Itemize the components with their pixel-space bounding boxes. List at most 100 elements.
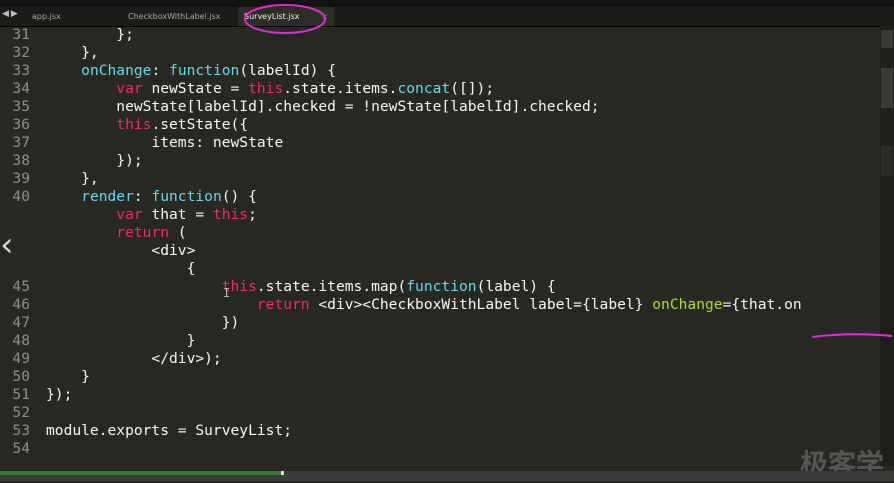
line-number: 54 [12,440,30,457]
code-text[interactable]: items: newState [46,134,283,152]
tab-nav-arrows[interactable]: ◀▶ [2,9,20,19]
line-number: 47 [12,314,30,331]
code-token: } [46,332,196,349]
tab-survey-list[interactable]: SurveyList.jsx × [238,7,334,26]
tab-label: SurveyList.jsx [244,12,300,21]
code-text[interactable]: } [46,368,90,386]
code-text[interactable]: var that = this; [46,206,257,224]
code-token: }; [46,26,134,43]
code-token: ; [248,206,257,223]
code-token: .state.items.map( [256,278,407,295]
code-text[interactable]: render: function() { [46,188,257,206]
code-token: () { [221,188,257,205]
code-token: { [46,260,196,277]
code-text[interactable]: } [46,332,196,350]
code-text[interactable]: }); [46,386,72,404]
previous-slide-icon[interactable]: ‹ [0,228,14,262]
code-line[interactable]: 40 render: function() { [0,188,880,206]
forward-arrow-icon[interactable]: ▶ [11,9,20,19]
close-icon[interactable]: × [321,7,328,26]
progress-fill [0,471,282,475]
code-line[interactable]: <div> [0,242,880,260]
code-line[interactable]: 47 }) [0,314,880,332]
code-token: newState = [142,80,249,97]
code-token: (label) { [476,278,556,295]
code-line[interactable]: 31 }; [0,26,880,44]
code-token: ={that.on [722,296,802,313]
code-line[interactable]: 50 } [0,368,880,386]
minimap[interactable] [880,26,894,466]
code-line[interactable]: return ( [0,224,880,242]
code-text[interactable]: this.setState({ [46,116,248,134]
tab-checkbox-with-label[interactable]: CheckboxWithLabel.jsx [122,7,238,26]
code-line[interactable]: 32 }, [0,44,880,62]
text-cursor-icon: I [223,286,231,300]
code-line[interactable]: 35 newState[labelId].checked = !newState… [0,98,880,116]
code-token: : [133,188,152,205]
code-line[interactable]: 36 this.setState({ [0,116,880,134]
code-line[interactable]: 45 this.state.items.map(function(label) … [0,278,880,296]
code-text[interactable]: { [46,260,196,278]
code-token: ( [169,224,187,241]
code-line[interactable]: 34 var newState = this.state.items.conca… [0,80,880,98]
code-text[interactable]: }; [46,26,134,44]
code-editor[interactable]: 31 }; 32 }, 33 onChange: function(labelId)… [0,26,880,466]
code-line[interactable]: 52 [0,404,880,422]
code-token: } [46,368,90,385]
code-line[interactable]: 38 }); [0,152,880,170]
code-line[interactable]: 39 }, [0,170,880,188]
code-token: function [406,278,477,295]
code-line[interactable]: 37 items: newState [0,134,880,152]
code-token: var [116,206,143,223]
code-token: var [116,80,143,97]
minimap-block [881,146,893,176]
code-text[interactable]: </div>); [46,350,221,368]
code-text[interactable]: module.exports = SurveyList; [46,422,292,440]
code-token: this [116,116,152,133]
code-token: that = [142,206,213,223]
code-line[interactable]: var that = this; [0,206,880,224]
code-token: function [151,188,222,205]
code-token: ([]); [450,80,495,97]
video-progress-bar[interactable] [0,471,894,481]
code-token: }, [46,44,99,61]
code-text[interactable]: return <div><CheckboxWithLabel label={la… [46,296,802,314]
code-text[interactable]: var newState = this.state.items.concat([… [46,80,494,98]
code-line[interactable]: 46 return <div><CheckboxWithLabel label=… [0,296,880,314]
code-token: this [248,80,284,97]
line-number: 38 [12,152,30,169]
code-text[interactable]: }); [46,152,142,170]
code-text[interactable]: onChange: function(labelId) { [46,62,336,80]
code-text[interactable]: }, [46,170,99,188]
code-token: : [151,62,170,79]
code-token: }) [46,314,240,331]
tab-app-jsx[interactable]: app.jsx [26,7,116,26]
code-token: concat [397,80,451,97]
minimap-block [881,68,893,108]
code-text[interactable]: }, [46,44,99,62]
code-text[interactable]: <div> [46,242,195,260]
code-line[interactable]: 33 onChange: function(labelId) { [0,62,880,80]
code-line[interactable]: 48 } [0,332,880,350]
code-line[interactable]: 51}); [0,386,880,404]
code-token: <div><CheckboxWithLabel label={label} [309,296,653,313]
progress-knob[interactable] [281,471,284,475]
code-text[interactable]: newState[labelId].checked = !newState[la… [46,98,599,116]
code-text[interactable]: this.state.items.map(function(label) { [46,278,556,296]
code-line[interactable]: 54 [0,440,880,458]
code-line[interactable]: { [0,260,880,278]
line-number: 45 [12,278,30,295]
line-number: 34 [12,80,30,97]
code-token: items: newState [46,134,284,151]
code-text[interactable]: }) [46,314,240,332]
code-text[interactable]: return ( [46,224,187,242]
code-line[interactable]: 49 </div>); [0,350,880,368]
back-arrow-icon[interactable]: ◀ [2,9,11,19]
code-line[interactable]: 53 module.exports = SurveyList; [0,422,880,440]
line-number: 35 [12,98,30,115]
